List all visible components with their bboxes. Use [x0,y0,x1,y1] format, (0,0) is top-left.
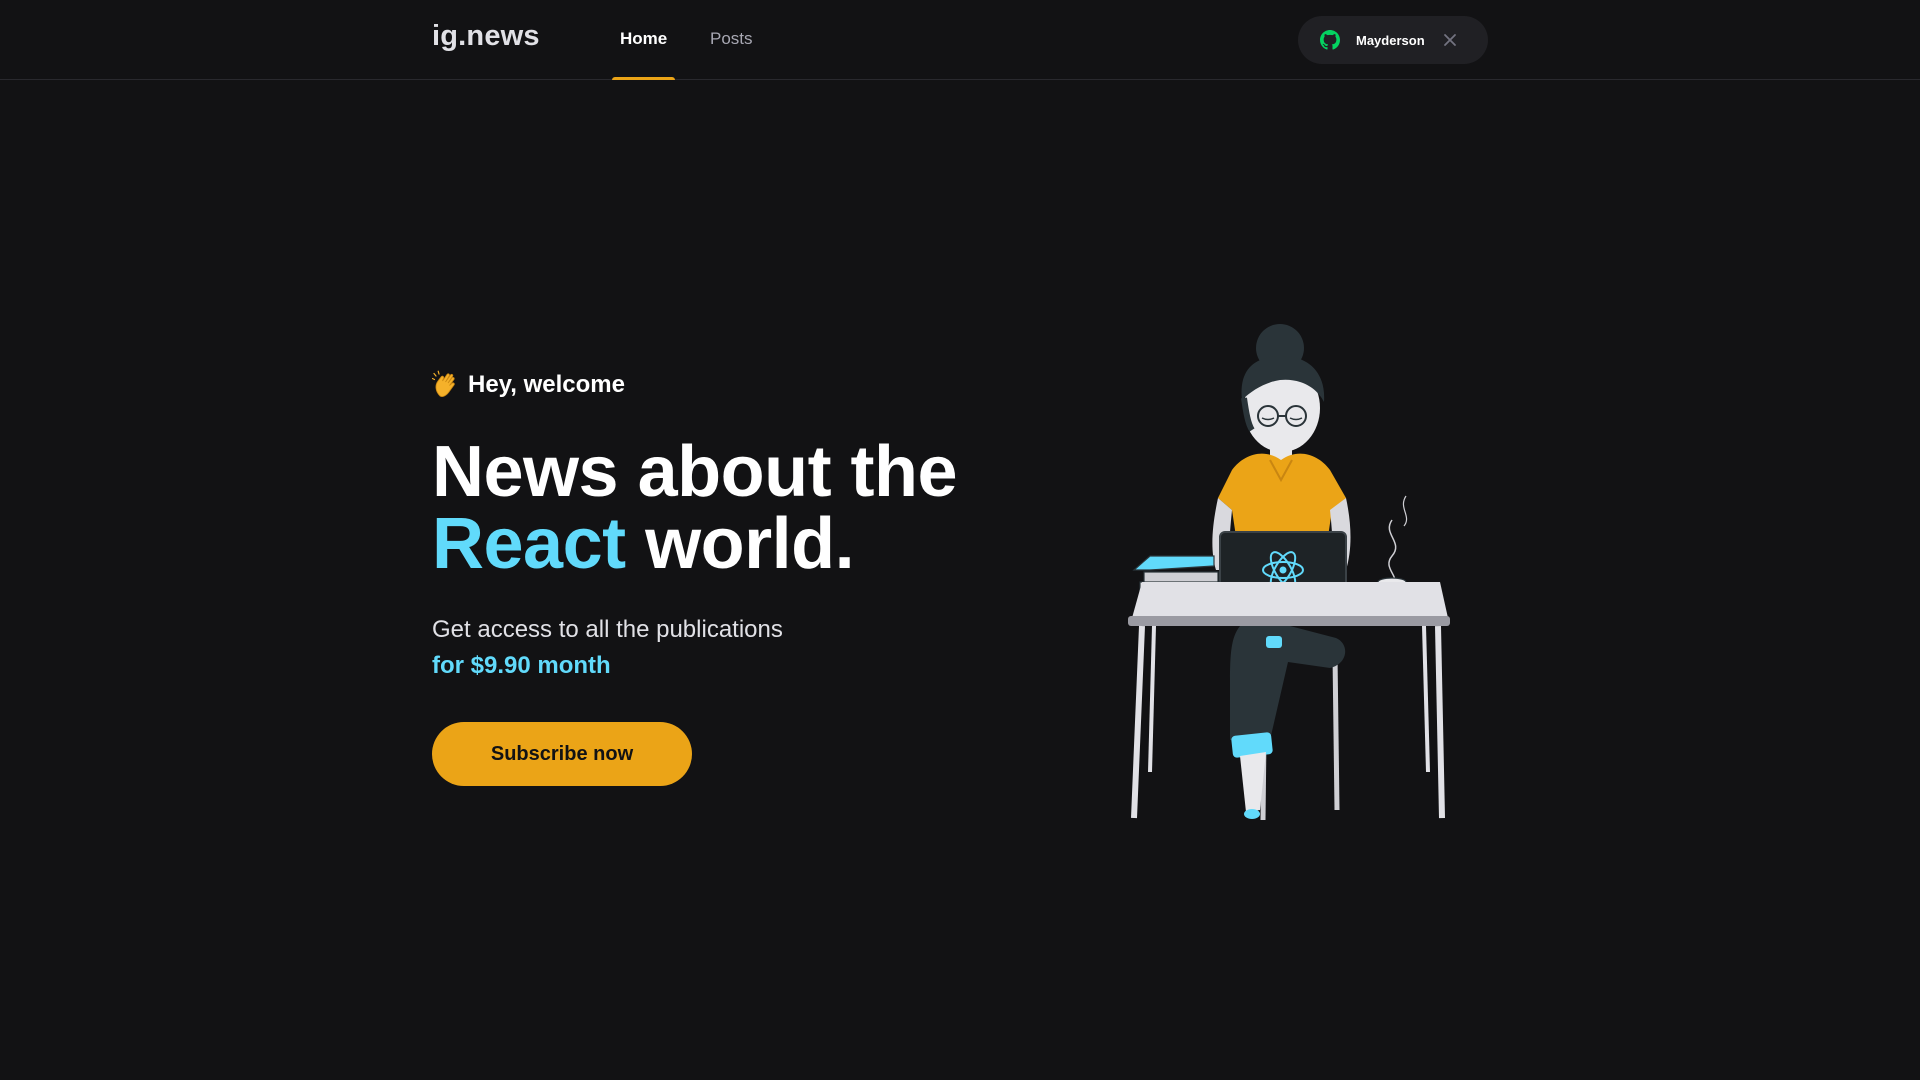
headline-accent: React [432,504,626,584]
price-text: for $9.90 month [432,652,611,679]
user-name: Mayderson [1356,32,1425,48]
woman-at-desk-illustration [1128,324,1450,821]
logo[interactable]: ig.news [432,20,540,53]
headline-line2: world. [625,504,855,584]
clapping-hand-icon [432,370,455,398]
headline: News about the React world. [432,436,958,580]
subtitle-text: Get access to all the publications [432,616,783,643]
github-signin-button[interactable]: Mayderson [1298,16,1488,64]
headline-line1: News about the [432,432,958,512]
github-icon [1320,30,1340,50]
subscribe-button[interactable]: Subscribe now [432,722,692,786]
site-header: ig.news Home Posts Mayderson [0,0,1920,80]
welcome-greeting: Hey, welcome [432,370,625,400]
subtitle: Get access to all the publications for $… [432,612,783,684]
nav-home-link[interactable]: Home [612,0,676,80]
welcome-text: Hey, welcome [468,371,625,398]
nav-posts-link[interactable]: Posts [702,0,761,80]
close-icon[interactable] [1443,33,1457,47]
